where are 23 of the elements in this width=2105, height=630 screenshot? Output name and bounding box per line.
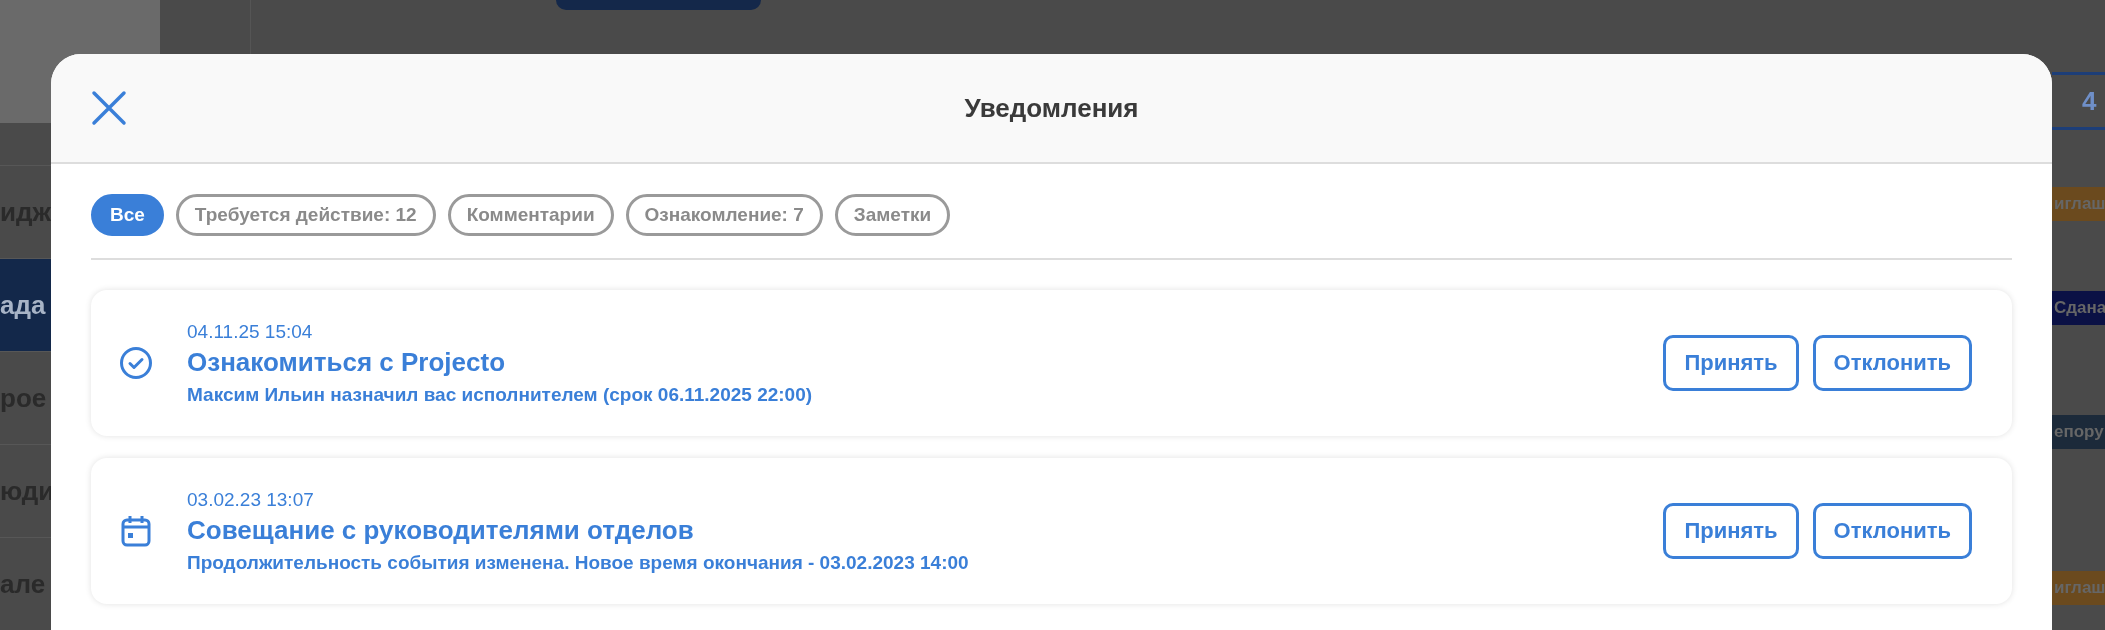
notification-time: 04.11.25 15:04 [187,320,313,343]
notification-text: Продолжительность события изменена. Новое время окончания - 03.02.2023 14:00 [187,551,969,574]
status-badge: епору [2052,415,2105,449]
filter-chip[interactable]: Требуется действие: 12 [175,194,436,236]
close-button[interactable] [91,90,127,126]
decline-button[interactable]: Отклонить [1812,503,1972,559]
accept-button[interactable]: Принять [1663,503,1799,559]
filter-chip[interactable]: Заметки [834,194,951,236]
status-badge: иглаш [2052,571,2105,605]
filter-chip[interactable]: Ознакомление: 7 [625,194,823,236]
filter-chip[interactable]: Все [91,194,164,236]
decline-button[interactable]: Отклонить [1812,335,1972,391]
status-badge: иглаш [2052,187,2105,221]
notification-text: Максим Ильин назначил вас исполнителем (срок 06.11.2025 22:00) [187,383,813,406]
filter-chip[interactable]: Комментарии [447,194,614,236]
notification-title[interactable]: Ознакомиться с Projecto [187,346,506,378]
calendar-icon [119,514,153,548]
check-circle-icon [119,346,153,380]
close-icon [91,90,127,126]
notification-title[interactable]: Совещание с руководителями отделов [187,514,694,546]
dialog-title: Уведомления [964,92,1139,124]
notification-time: 03.02.23 13:07 [187,488,314,511]
accept-button[interactable]: Принять [1663,335,1799,391]
